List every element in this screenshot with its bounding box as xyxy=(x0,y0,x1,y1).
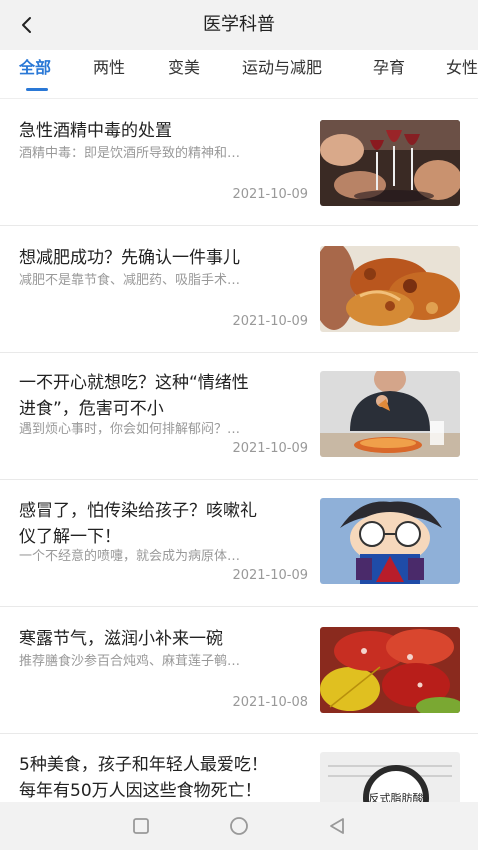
tab-sex-health[interactable]: 两性 xyxy=(93,50,125,98)
cartoon-boy-image xyxy=(320,498,460,584)
magnifier-text: 反式脂肪酸 xyxy=(369,791,424,802)
system-nav-bar xyxy=(0,802,478,850)
article-item[interactable]: 一不开心就想吃？这种“情绪性 进食”，危害可不小 遇到烦心事时，你会如何排解郁闷… xyxy=(0,353,478,480)
article-date: 2021-10-09 xyxy=(232,441,308,456)
recent-apps-button[interactable] xyxy=(129,814,153,838)
square-icon xyxy=(133,818,149,834)
fried-food-image xyxy=(320,246,460,332)
article-item[interactable]: 5种美食，孩子和年轻人最爱吃！ 每年有50万人因这些食物死亡！ 反式脂肪酸 xyxy=(0,734,478,802)
article-title: 感冒了，怕传染给孩子？咳嗽礼 xyxy=(19,501,257,521)
article-date: 2021-10-09 xyxy=(232,568,308,583)
home-button[interactable] xyxy=(227,814,251,838)
chevron-left-icon xyxy=(22,17,31,33)
wine-toast-image xyxy=(320,120,460,206)
back-nav-button[interactable] xyxy=(325,814,349,838)
article-list: 急性酒精中毒的处置 酒精中毒：即是饮酒所导致的精神和… 2021-10-09 想… xyxy=(0,99,478,802)
article-item[interactable]: 急性酒精中毒的处置 酒精中毒：即是饮酒所导致的精神和… 2021-10-09 xyxy=(0,99,478,226)
tab-women[interactable]: 女性 xyxy=(446,50,478,98)
article-summary: 减肥不是靠节食、减肥药、吸脂手术… xyxy=(19,273,241,288)
circle-icon xyxy=(230,817,248,835)
article-title-line2: 仪了解一下！ xyxy=(19,527,121,547)
triangle-back-icon xyxy=(330,818,344,834)
page-title: 医学科普 xyxy=(203,14,275,35)
article-date: 2021-10-09 xyxy=(232,314,308,329)
article-title-line2: 每年有50万人因这些食物死亡！ xyxy=(19,781,262,801)
top-app-bar: 医学科普 xyxy=(0,0,478,50)
article-title: 一不开心就想吃？这种“情绪性 xyxy=(19,373,249,393)
category-tabs: 全部 两性 变美 运动与减肥 孕育 女性 xyxy=(0,50,478,98)
article-title: 寒露节气，滋润小补来一碗 xyxy=(19,629,223,649)
man-eating-image xyxy=(320,371,460,457)
active-tab-indicator xyxy=(26,88,48,91)
article-summary: 酒精中毒：即是饮酒所导致的精神和… xyxy=(19,146,241,161)
autumn-leaves-image xyxy=(320,627,460,713)
article-title: 想减肥成功？先确认一件事儿 xyxy=(19,248,240,268)
article-date: 2021-10-09 xyxy=(232,187,308,202)
article-title: 急性酒精中毒的处置 xyxy=(19,121,172,141)
tab-exercise-weight-loss[interactable]: 运动与减肥 xyxy=(242,50,322,98)
article-title: 5种美食，孩子和年轻人最爱吃！ xyxy=(19,755,268,775)
article-item[interactable]: 寒露节气，滋润小补来一碗 推荐膳食沙参百合炖鸡、麻茸莲子鹌… 2021-10-0… xyxy=(0,607,478,734)
article-summary: 遇到烦心事时，你会如何排解郁闷？… xyxy=(19,422,241,437)
magnifier-image: 反式脂肪酸 xyxy=(320,752,460,802)
article-summary: 推荐膳食沙参百合炖鸡、麻茸莲子鹌… xyxy=(19,654,241,669)
back-button[interactable] xyxy=(10,8,44,42)
article-item[interactable]: 感冒了，怕传染给孩子？咳嗽礼 仪了解一下！ 一个不经意的喷嚏，就会成为病原体… … xyxy=(0,480,478,607)
article-item[interactable]: 想减肥成功？先确认一件事儿 减肥不是靠节食、减肥药、吸脂手术… 2021-10-… xyxy=(0,226,478,353)
tab-beauty[interactable]: 变美 xyxy=(168,50,200,98)
article-summary: 一个不经意的喷嚏，就会成为病原体… xyxy=(19,549,241,564)
article-title-line2: 进食”，危害可不小 xyxy=(19,399,164,419)
article-date: 2021-10-08 xyxy=(232,695,308,710)
tab-pregnancy[interactable]: 孕育 xyxy=(373,50,405,98)
